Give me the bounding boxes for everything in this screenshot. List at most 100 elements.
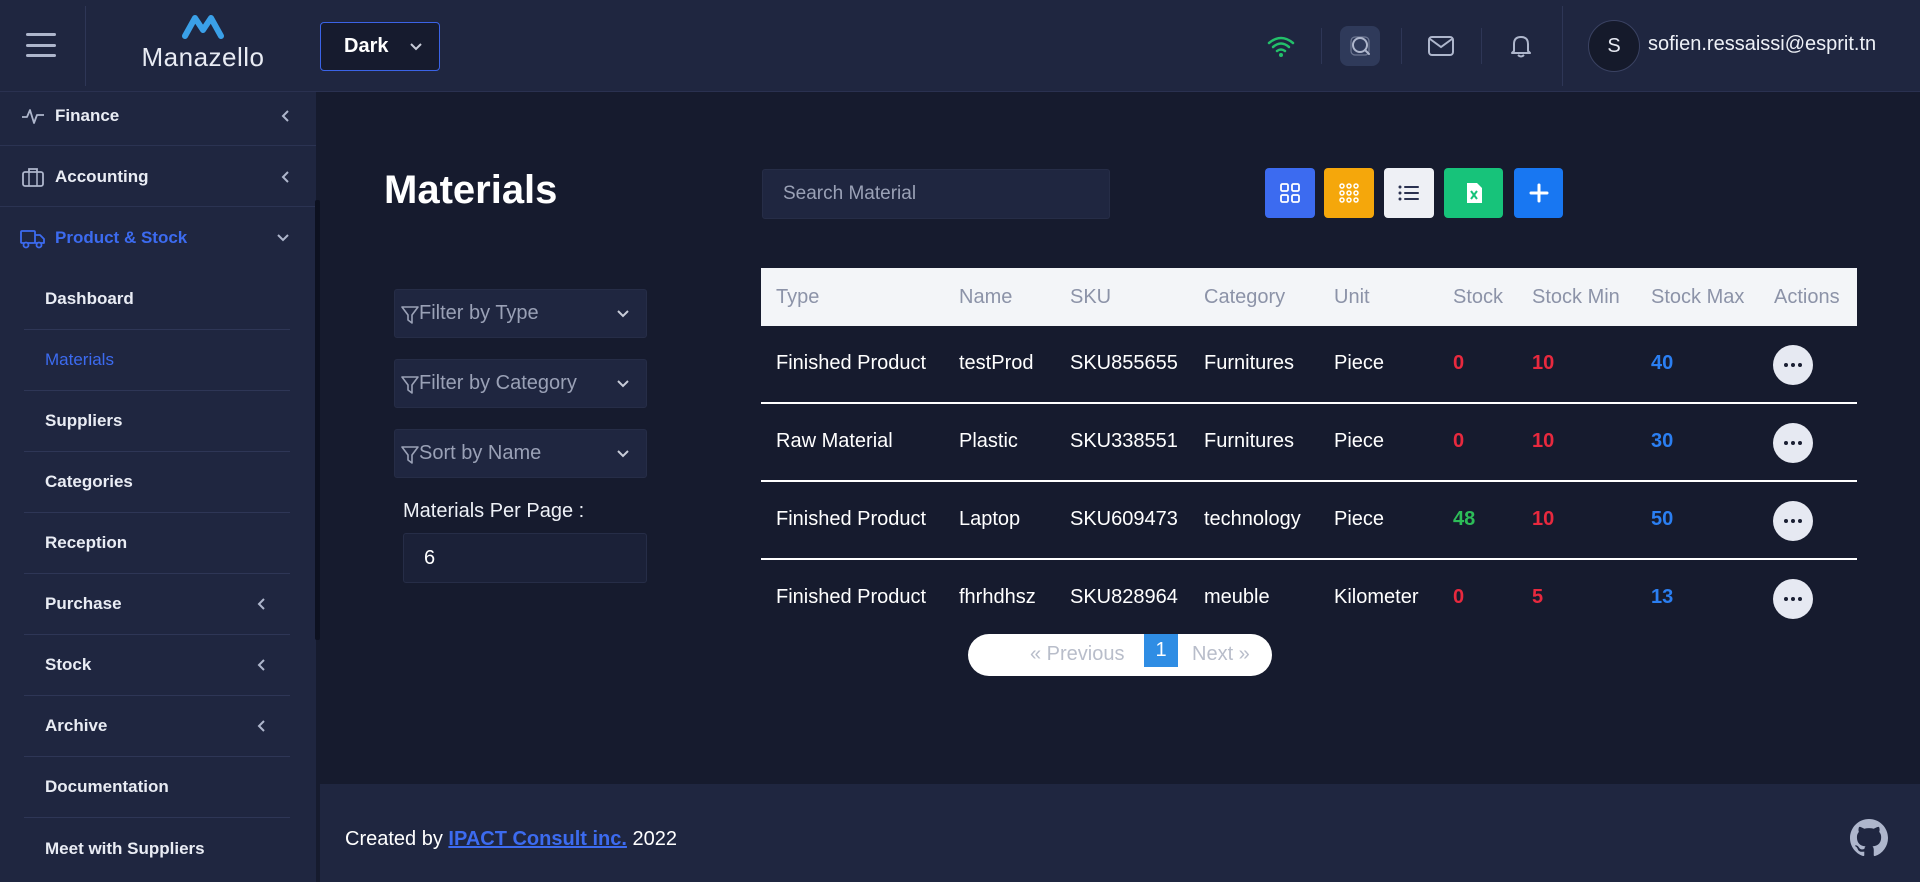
theme-select[interactable]: Dark xyxy=(320,22,440,71)
header-divider xyxy=(85,6,86,86)
search-icon[interactable] xyxy=(1340,26,1380,66)
add-material-button[interactable] xyxy=(1514,168,1563,218)
row-actions-button[interactable] xyxy=(1773,501,1813,541)
sidebar-subitem-purchase[interactable]: Purchase xyxy=(24,574,290,635)
list-icon xyxy=(1398,185,1419,201)
pagination-previous[interactable]: « Previous xyxy=(1030,643,1125,666)
per-page-input[interactable] xyxy=(403,533,647,583)
sidebar-scrollbar[interactable] xyxy=(315,200,320,640)
cell-category: technology xyxy=(1204,508,1301,530)
row-actions-button[interactable] xyxy=(1773,423,1813,463)
filter-by-type-select[interactable]: Filter by Type xyxy=(394,289,647,338)
header-divider xyxy=(1401,28,1402,64)
cell-stock-max: 50 xyxy=(1651,508,1674,530)
table-row[interactable]: Finished Product testProd SKU855655 Furn… xyxy=(761,326,1857,404)
cell-stock-min: 10 xyxy=(1532,430,1555,452)
cell-sku: SKU338551 xyxy=(1070,430,1178,452)
footer: Created by IPACT Consult inc. 2022 xyxy=(320,784,1920,882)
chevron-left-icon xyxy=(257,598,265,610)
sort-by-name-label: Sort by Name xyxy=(419,442,542,464)
sidebar-subitem-meet-with-suppliers[interactable]: Meet with Suppliers xyxy=(24,818,290,879)
sidebar-subitem-label: Archive xyxy=(45,716,108,735)
cell-category: meuble xyxy=(1204,586,1270,608)
sidebar-subitem-archive[interactable]: Archive xyxy=(24,696,290,757)
sidebar-subitem-reception[interactable]: Reception xyxy=(24,513,290,574)
chevron-left-icon xyxy=(257,720,265,732)
export-excel-button[interactable] xyxy=(1444,168,1503,218)
column-header-sku[interactable]: SKU xyxy=(1070,286,1111,309)
pagination-current-page[interactable]: 1 xyxy=(1144,634,1178,667)
cell-stock-max: 13 xyxy=(1651,586,1674,608)
cell-name: Laptop xyxy=(959,508,1021,530)
chevron-down-icon xyxy=(617,310,629,318)
grid-icon xyxy=(1280,183,1300,203)
cell-stock-max: 30 xyxy=(1651,430,1674,452)
sidebar-subitem-label: Documentation xyxy=(45,777,169,796)
excel-icon xyxy=(1466,183,1482,203)
table-row[interactable]: Finished Product fhrhdhsz SKU828964 meub… xyxy=(761,560,1857,638)
cell-stock: 0 xyxy=(1453,430,1465,452)
bell-icon[interactable] xyxy=(1501,26,1541,66)
sidebar-subitem-materials[interactable]: Materials xyxy=(24,330,290,391)
table-row[interactable]: Finished Product Laptop SKU609473 techno… xyxy=(761,482,1857,560)
avatar[interactable]: S xyxy=(1588,20,1640,72)
cell-stock-min: 10 xyxy=(1532,352,1555,374)
column-header-stock-min[interactable]: Stock Min xyxy=(1532,286,1620,309)
list-view-button[interactable] xyxy=(1384,168,1434,218)
footer-prefix: Created by xyxy=(345,828,443,850)
sidebar: Finance Accounting Product & Stock Dashb… xyxy=(0,92,316,882)
row-actions-button[interactable] xyxy=(1773,579,1813,619)
menu-toggle-icon[interactable] xyxy=(26,33,56,57)
per-page-label: Materials Per Page : xyxy=(403,500,585,522)
cell-sku: SKU609473 xyxy=(1070,508,1178,530)
cell-stock-max: 40 xyxy=(1651,352,1674,374)
chevron-down-icon xyxy=(617,380,629,388)
cell-type: Raw Material xyxy=(776,430,893,452)
pulse-icon xyxy=(20,103,46,129)
page-title: Materials xyxy=(384,168,558,212)
sidebar-subitem-documentation[interactable]: Documentation xyxy=(24,757,290,818)
sidebar-subitem-label: Dashboard xyxy=(45,289,134,308)
row-actions-button[interactable] xyxy=(1773,345,1813,385)
cell-category: Furnitures xyxy=(1204,352,1295,374)
wifi-icon[interactable] xyxy=(1261,26,1301,66)
cell-name: fhrhdhsz xyxy=(959,586,1036,608)
table-row[interactable]: Raw Material Plastic SKU338551 Furniture… xyxy=(761,404,1857,482)
search-input[interactable] xyxy=(762,169,1110,219)
cell-sku: SKU855655 xyxy=(1070,352,1178,374)
company-link[interactable]: IPACT Consult inc. xyxy=(448,828,627,850)
sidebar-item-accounting[interactable]: Accounting xyxy=(0,147,316,207)
filter-by-category-label: Filter by Category xyxy=(419,372,577,394)
sort-by-name-select[interactable]: Sort by Name xyxy=(394,429,647,478)
sidebar-item-finance[interactable]: Finance xyxy=(0,92,316,146)
logo-text: Manazello xyxy=(141,42,265,72)
grid-view-button[interactable] xyxy=(1265,168,1315,218)
filter-icon xyxy=(401,306,419,324)
github-icon[interactable] xyxy=(1850,819,1888,857)
user-email[interactable]: sofien.ressaissi@esprit.tn xyxy=(1648,33,1876,56)
sidebar-item-product-stock[interactable]: Product & Stock xyxy=(0,208,316,268)
filter-by-category-select[interactable]: Filter by Category xyxy=(394,359,647,408)
sidebar-subitem-suppliers[interactable]: Suppliers xyxy=(24,391,290,452)
sidebar-subitem-stock[interactable]: Stock xyxy=(24,635,290,696)
column-header-category[interactable]: Category xyxy=(1204,286,1285,309)
cell-type: Finished Product xyxy=(776,586,927,608)
cell-stock: 48 xyxy=(1453,508,1476,530)
sidebar-item-label: Accounting xyxy=(55,166,149,186)
sidebar-subitem-dashboard[interactable]: Dashboard xyxy=(24,269,290,330)
pagination: « Previous 1 Next » xyxy=(968,634,1272,676)
apps-view-button[interactable] xyxy=(1324,168,1374,218)
column-header-stock[interactable]: Stock xyxy=(1453,286,1503,309)
mail-icon[interactable] xyxy=(1421,26,1461,66)
apps-icon xyxy=(1339,183,1359,203)
column-header-type[interactable]: Type xyxy=(776,286,819,309)
column-header-name[interactable]: Name xyxy=(959,286,1012,309)
column-header-unit[interactable]: Unit xyxy=(1334,286,1370,309)
sidebar-subitem-categories[interactable]: Categories xyxy=(24,452,290,513)
pagination-next[interactable]: Next » xyxy=(1192,643,1250,666)
chevron-down-icon xyxy=(617,450,629,458)
column-header-stock-max[interactable]: Stock Max xyxy=(1651,286,1744,309)
header-divider xyxy=(1481,28,1482,64)
app-logo[interactable]: Manazello xyxy=(118,12,288,78)
sidebar-subitem-label: Purchase xyxy=(45,594,122,613)
